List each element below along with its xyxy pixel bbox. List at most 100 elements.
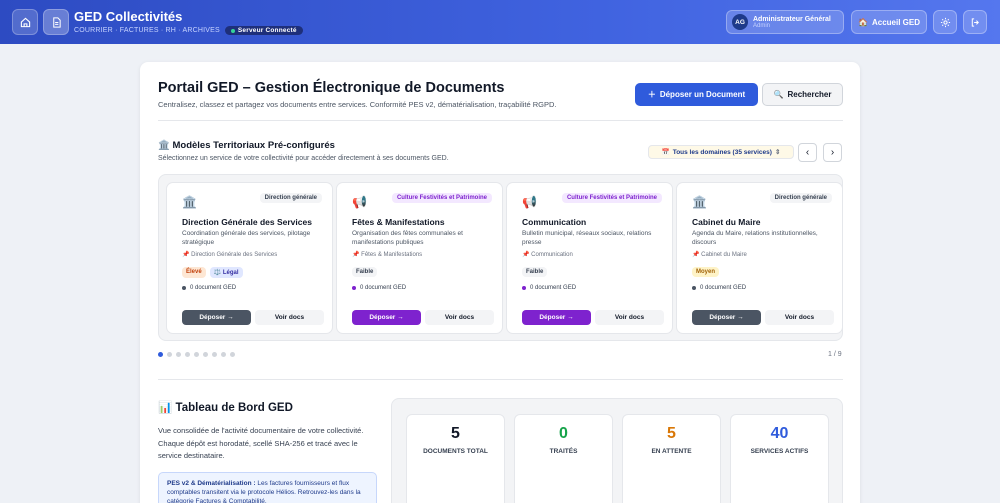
stat-value: 5: [451, 425, 460, 442]
search-button[interactable]: 🔍 Rechercher: [762, 83, 843, 106]
chevron-updown-icon: ⇕: [774, 149, 781, 156]
server-status-label: Serveur Connecté: [237, 27, 297, 34]
carousel-dot[interactable]: [221, 352, 226, 357]
card-service-name: Direction Générale des Services: [191, 252, 278, 258]
search-icon: 🔍: [773, 90, 784, 99]
home-icon: [20, 17, 30, 27]
domain-tag: Direction générale: [769, 193, 832, 203]
pin-icon: 📌: [522, 252, 530, 258]
megaphone-icon: 📢: [352, 195, 367, 209]
logout-icon: [971, 17, 979, 27]
card-description: Coordination générale des services, pilo…: [182, 230, 311, 246]
house-icon: 🏠: [858, 17, 868, 27]
deposit-button[interactable]: Déposer →: [692, 310, 761, 325]
service-card[interactable]: 📢 Culture Festivités et Patrimoine Fêtes &…: [336, 182, 503, 334]
chevron-right-icon: ›: [830, 147, 835, 158]
card-service-name: Cabinet du Maire: [701, 252, 747, 258]
page-title: Portail GED – Gestion Électronique de Do…: [158, 80, 505, 96]
carousel-dot[interactable]: [194, 352, 199, 357]
bar-chart-icon: 📊: [158, 402, 173, 414]
megaphone-icon: 📢: [522, 195, 537, 209]
view-docs-button[interactable]: Voir docs: [255, 310, 324, 325]
carousel-dot[interactable]: [176, 352, 181, 357]
carousel-dot[interactable]: [167, 352, 172, 357]
stat-value: 0: [559, 425, 568, 442]
carousel-next-button[interactable]: ›: [823, 143, 842, 162]
domain-tag: Culture Festivités et Patrimoine: [391, 193, 492, 203]
stat-label: SERVICES ACTIFS: [750, 448, 809, 455]
domain-filter-select[interactable]: 📅 Tous les domaines (35 services) ⇕: [648, 145, 794, 159]
stat-card: 5 DOCUMENTS TOTAL: [406, 414, 505, 503]
card-title: Communication: [522, 217, 587, 227]
card-service: 📌 Fêtes & Manifestations: [352, 251, 422, 258]
domain-filter-value: Tous les domaines (35 services): [672, 148, 772, 156]
card-description: Agenda du Maire, relations institutionne…: [692, 230, 818, 246]
stat-value: 40: [770, 425, 789, 442]
user-menu[interactable]: AG Administrateur Général Admin: [726, 10, 844, 34]
carousel-dot[interactable]: [185, 352, 190, 357]
pes-info-box: PES v2 & Dématérialisation : Les facture…: [158, 472, 377, 503]
service-card[interactable]: 🏛️ Direction générale Direction Générale d…: [166, 182, 333, 334]
card-badges: Faible: [522, 267, 548, 277]
models-carousel: 🏛️ Direction générale Direction Générale d…: [158, 174, 843, 341]
service-card[interactable]: 🏛️ Direction générale Cabinet du Maire Agen…: [676, 182, 842, 334]
carousel-dot[interactable]: [158, 352, 163, 357]
home-ged-button[interactable]: 🏠 Accueil GED: [851, 10, 927, 34]
avatar: AG: [732, 14, 748, 30]
carousel-prev-button[interactable]: ‹: [798, 143, 817, 162]
priority-badge: Élevé: [182, 267, 206, 278]
priority-badge: Moyen: [692, 267, 720, 277]
building-icon: 🏛️: [158, 140, 170, 151]
domain-tag: Culture Festivités et Patrimoine: [561, 193, 662, 203]
view-docs-button[interactable]: Voir docs: [425, 310, 494, 325]
card-doc-count: 0 document GED: [182, 285, 236, 291]
card-badges: Élevé ⚖️ Légal: [182, 267, 243, 278]
app-modules: COURRIER · FACTURES · RH · ARCHIVES: [74, 27, 220, 34]
priority-badge: Faible: [352, 267, 378, 277]
plus-icon: ＋: [647, 90, 656, 99]
pin-icon: 📌: [352, 252, 360, 258]
card-service: 📌 Communication: [522, 251, 573, 258]
stat-card: 40 SERVICES ACTIFS: [730, 414, 829, 503]
card-doc-count: 0 document GED: [692, 285, 746, 291]
stat-label: EN ATTENTE: [651, 448, 692, 455]
card-description: Bulletin municipal, réseaux sociaux, rel…: [522, 230, 652, 246]
pin-icon: 📌: [182, 252, 190, 258]
card-title: Cabinet du Maire: [692, 217, 761, 227]
dot-icon: [352, 286, 356, 290]
page-subtitle: Centralisez, classez et partagez vos doc…: [158, 100, 557, 109]
card-title: Fêtes & Manifestations: [352, 217, 445, 227]
carousel-pager: 1 / 9: [828, 351, 842, 358]
document-app-icon[interactable]: [43, 9, 69, 35]
server-status-badge: Serveur Connecté: [224, 26, 303, 35]
carousel-dot[interactable]: [203, 352, 208, 357]
search-label: Rechercher: [787, 90, 832, 99]
home-ged-label: Accueil GED: [871, 17, 920, 27]
card-description: Organisation des fêtes communales et man…: [352, 230, 463, 246]
card-service: 📌 Cabinet du Maire: [692, 251, 747, 258]
calendar-icon: 📅: [661, 149, 670, 156]
card-service-name: Fêtes & Manifestations: [361, 252, 423, 258]
card-doc-count: 0 document GED: [522, 285, 576, 291]
carousel-dot[interactable]: [212, 352, 217, 357]
user-name: Administrateur Général: [753, 15, 831, 23]
deposit-button[interactable]: Déposer →: [182, 310, 251, 325]
carousel-dot[interactable]: [230, 352, 235, 357]
gear-icon: [940, 17, 950, 27]
stat-value: 5: [667, 425, 676, 442]
doc-count-label: 0 document GED: [700, 285, 747, 291]
deposit-button[interactable]: Déposer →: [352, 310, 421, 325]
view-docs-button[interactable]: Voir docs: [765, 310, 834, 325]
logout-button[interactable]: [963, 10, 987, 34]
home-icon-button[interactable]: [12, 9, 38, 35]
doc-count-label: 0 document GED: [530, 285, 577, 291]
card-service: 📌 Direction Générale des Services: [182, 251, 277, 258]
priority-badge: ⚖️ Légal: [209, 267, 243, 278]
deposit-button[interactable]: Déposer →: [522, 310, 591, 325]
service-card[interactable]: 📢 Culture Festivités et Patrimoine Communi…: [506, 182, 673, 334]
upload-document-button[interactable]: ＋ Déposer un Document: [635, 83, 758, 106]
view-docs-button[interactable]: Voir docs: [595, 310, 664, 325]
settings-button[interactable]: [933, 10, 957, 34]
building-icon: 🏛️: [182, 195, 197, 209]
building-icon: 🏛️: [692, 195, 707, 209]
